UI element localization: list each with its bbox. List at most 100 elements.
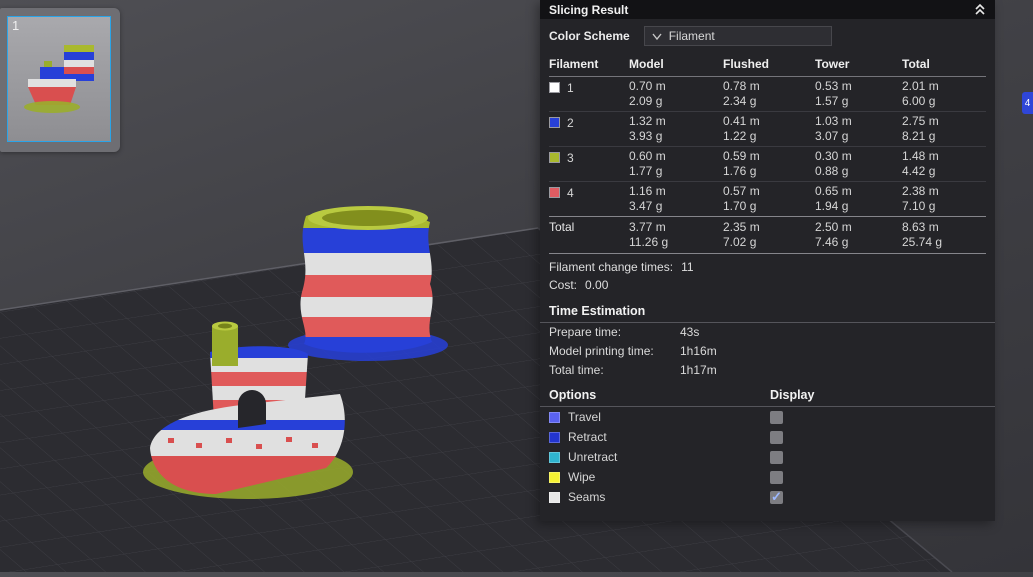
cell-flushed-m: 0.78 m [723, 79, 760, 93]
time-row-total: Total time: 1h17m [540, 361, 995, 380]
cell-flushed-g: 1.22 g [723, 129, 757, 143]
col-header-tower: Tower [815, 57, 850, 71]
prepare-time-label: Prepare time: [549, 325, 622, 339]
total-label: Total [549, 220, 575, 234]
total-total-g: 25.74 g [902, 235, 943, 249]
filament-id: 3 [567, 151, 574, 165]
cell-model-g: 3.93 g [629, 129, 663, 143]
filament-legend-tab[interactable]: 4 [1022, 92, 1033, 114]
total-total-m: 8.63 m [902, 220, 939, 234]
cell-tower-g: 0.88 g [815, 164, 849, 178]
cell-total-m: 2.75 m [902, 114, 939, 128]
plate-number: 1 [12, 18, 20, 33]
cell-model-g: 1.77 g [629, 164, 663, 178]
cell-total-m: 2.38 m [902, 184, 939, 198]
filament-row: 3 0.60 m 1.77 g 0.59 m 1.76 g 0.30 m 0.88 g… [549, 147, 986, 182]
cell-flushed-g: 1.76 g [723, 164, 757, 178]
total-tower-g: 7.46 g [815, 235, 849, 249]
cell-model-g: 2.09 g [629, 94, 663, 108]
table-header-row: Filament Model Flushed Tower Total [549, 52, 986, 77]
time-row-model-printing: Model printing time: 1h16m [540, 342, 995, 361]
option-row-seams: Seams [540, 487, 995, 507]
cell-flushed-g: 2.34 g [723, 94, 757, 108]
cell-flushed-m: 0.41 m [723, 114, 760, 128]
filament-color-swatch [549, 117, 560, 128]
model-printing-time-value: 1h16m [680, 344, 717, 358]
cell-total-m: 1.48 m [902, 149, 939, 163]
unretract-label: Unretract [568, 450, 618, 464]
cell-tower-g: 1.57 g [815, 94, 849, 108]
total-model-g: 11.26 g [629, 235, 669, 249]
color-scheme-dropdown[interactable]: Filament [643, 26, 832, 46]
plate-thumbnail-panel[interactable]: 1 [0, 8, 120, 152]
filament-color-swatch [549, 82, 560, 93]
col-header-total: Total [902, 57, 930, 71]
options-title: Options [549, 388, 597, 402]
cell-flushed-m: 0.59 m [723, 149, 760, 163]
plate-thumbnail-preview [24, 45, 94, 113]
filament-color-swatch [549, 152, 560, 163]
cell-tower-g: 3.07 g [815, 129, 849, 143]
cell-model-m: 1.32 m [629, 114, 666, 128]
cell-tower-m: 0.30 m [815, 149, 852, 163]
filament-id: 1 [567, 81, 574, 95]
cell-total-g: 4.42 g [902, 164, 936, 178]
filament-table: Filament Model Flushed Tower Total 1 0.7… [549, 52, 986, 254]
cost-label: Cost: [549, 278, 578, 292]
wipe-color-swatch [549, 471, 560, 483]
seams-label: Seams [568, 490, 606, 504]
color-scheme-row: Color Scheme Filament [540, 19, 995, 52]
slicing-result-panel: Slicing Result Color Scheme Filament Fil… [540, 0, 995, 521]
cost-row: Cost: 0.00 [540, 276, 995, 294]
time-estimation-title: Time Estimation [540, 304, 995, 323]
retract-label: Retract [568, 430, 607, 444]
total-model-m: 3.77 m [629, 220, 666, 234]
total-flushed-g: 7.02 g [723, 235, 757, 249]
cell-model-m: 0.60 m [629, 149, 666, 163]
col-header-flushed: Flushed [723, 57, 770, 71]
filament-change-label: Filament change times: [549, 260, 674, 274]
filament-id: 4 [567, 186, 574, 200]
travel-color-swatch [549, 411, 560, 423]
cell-tower-g: 1.94 g [815, 199, 849, 213]
prepare-time-value: 43s [680, 325, 700, 339]
cell-model-m: 0.70 m [629, 79, 666, 93]
col-header-filament: Filament [549, 57, 599, 71]
chevron-down-icon [652, 33, 662, 40]
display-checkbox-retract[interactable] [770, 430, 783, 444]
option-row-unretract: Unretract [540, 447, 995, 467]
option-row-travel: Travel [540, 407, 995, 427]
display-checkbox-travel[interactable] [770, 410, 783, 424]
col-header-model: Model [629, 57, 664, 71]
collapse-panel-icon[interactable] [974, 3, 986, 16]
filament-row: 1 0.70 m 2.09 g 0.78 m 2.34 g 0.53 m 1.57 g… [549, 77, 986, 112]
plate-thumbnail[interactable] [7, 16, 111, 142]
filament-row: 4 1.16 m 3.47 g 0.57 m 1.70 g 0.65 m 1.94 g… [549, 182, 986, 216]
total-tower-m: 2.50 m [815, 220, 852, 234]
display-checkbox-unretract[interactable] [770, 450, 783, 464]
model-vase[interactable] [288, 200, 448, 361]
filament-row: 2 1.32 m 3.93 g 0.41 m 1.22 g 1.03 m 3.07 g… [549, 112, 986, 147]
cell-tower-m: 1.03 m [815, 114, 852, 128]
total-time-label: Total time: [549, 363, 604, 377]
cell-flushed-m: 0.57 m [723, 184, 760, 198]
display-checkbox-wipe[interactable] [770, 470, 783, 484]
time-row-prepare: Prepare time: 43s [540, 323, 995, 342]
display-checkbox-seams[interactable] [770, 489, 783, 505]
retract-color-swatch [549, 431, 560, 443]
panel-title: Slicing Result [549, 2, 629, 17]
travel-label: Travel [568, 410, 601, 424]
option-row-retract: Retract [540, 427, 995, 447]
cost-value: 0.00 [585, 278, 609, 292]
filament-color-swatch [549, 187, 560, 198]
color-scheme-label: Color Scheme [549, 29, 630, 43]
cell-model-m: 1.16 m [629, 184, 666, 198]
cell-tower-m: 0.53 m [815, 79, 852, 93]
model-printing-time-label: Model printing time: [549, 344, 654, 358]
cell-total-g: 7.10 g [902, 199, 936, 213]
color-scheme-value: Filament [668, 29, 715, 43]
cell-total-m: 2.01 m [902, 79, 939, 93]
filament-change-row: Filament change times: 11 [540, 258, 995, 276]
filament-change-value: 11 [681, 260, 694, 274]
filament-id: 2 [567, 116, 574, 130]
